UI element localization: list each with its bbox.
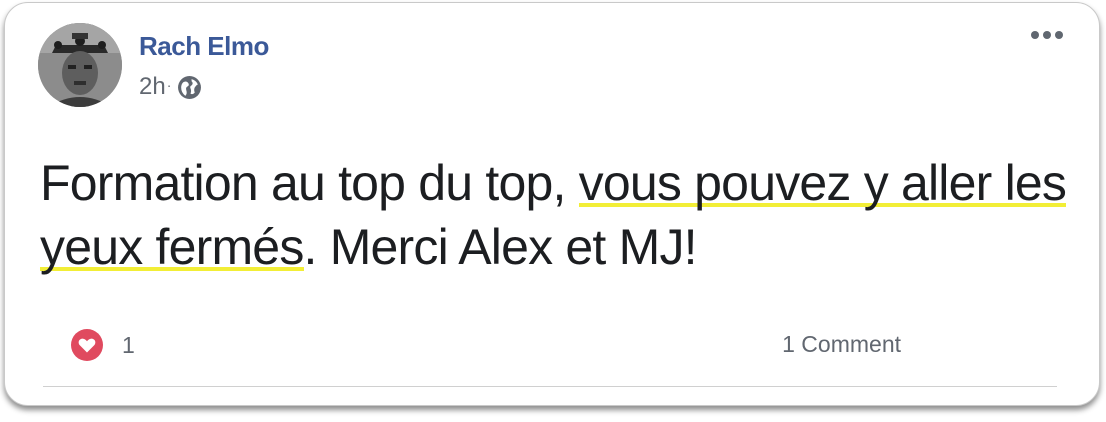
post-text: Formation au top du top, vous pouvez y a… [40, 151, 1080, 279]
heart-shape [78, 338, 96, 353]
footer-divider [43, 386, 1057, 387]
post-time[interactable]: 2h [139, 73, 166, 101]
reactions-summary[interactable]: 1 [71, 329, 135, 361]
avatar-image [38, 23, 122, 107]
avatar[interactable] [38, 23, 122, 107]
reaction-count: 1 [122, 331, 135, 358]
post-text-plain: . Merci Alex et MJ! [303, 219, 698, 275]
post-text-plain: Formation au top du top, [40, 155, 579, 211]
heart-icon [71, 329, 103, 361]
meta-separator: · [166, 77, 172, 93]
more-options-icon[interactable] [1031, 31, 1063, 39]
globe-icon[interactable] [177, 75, 202, 100]
post-meta: 2h · [139, 73, 202, 101]
post-card: Rach Elmo 2h · Formation au top du top, … [4, 2, 1100, 406]
more-dot [1055, 31, 1063, 39]
more-dot [1043, 31, 1051, 39]
author-name[interactable]: Rach Elmo [139, 31, 269, 62]
more-dot [1031, 31, 1039, 39]
comments-count-link[interactable]: 1 Comment [782, 331, 901, 358]
